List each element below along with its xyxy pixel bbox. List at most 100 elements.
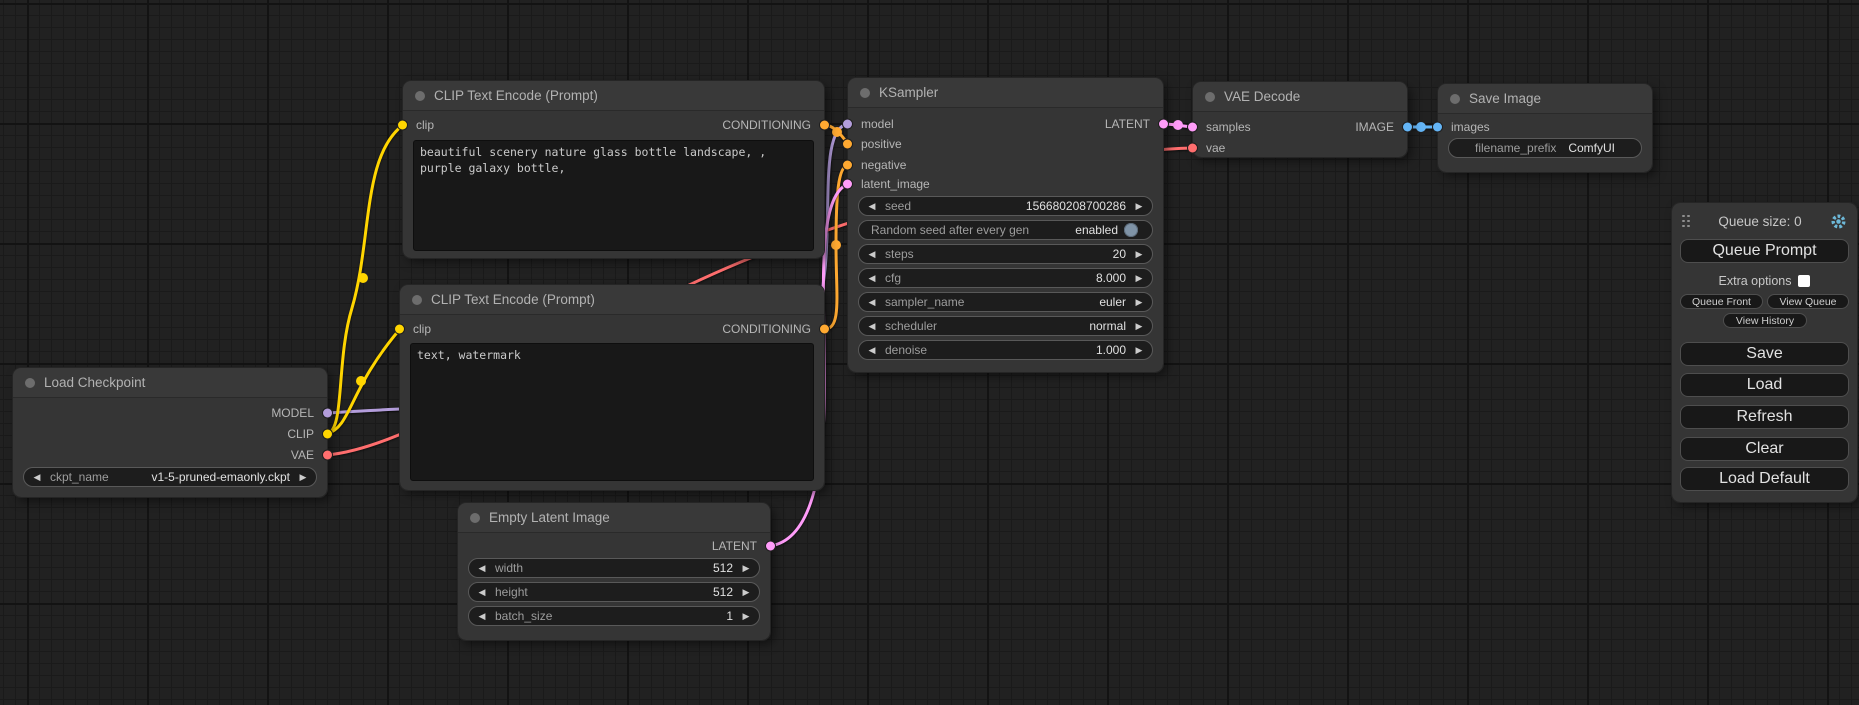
chevron-left-icon[interactable]: ◀ (469, 611, 495, 622)
images-input-port[interactable] (1433, 123, 1442, 132)
chevron-right-icon[interactable]: ▶ (1126, 273, 1152, 284)
chevron-left-icon[interactable]: ◀ (469, 563, 495, 574)
chevron-left-icon[interactable]: ◀ (859, 201, 885, 212)
chevron-left-icon[interactable]: ◀ (24, 472, 50, 483)
collapse-dot-icon[interactable] (1450, 94, 1460, 104)
widget-filename-prefix[interactable]: filename_prefix ComfyUI (1448, 138, 1642, 158)
extra-options-label: Extra options (1719, 274, 1792, 288)
chevron-right-icon[interactable]: ▶ (1126, 249, 1152, 260)
clip-output-port[interactable] (323, 430, 332, 439)
vae-input-port[interactable] (1188, 144, 1197, 153)
output-row-latent: LATENT (712, 536, 770, 556)
widget-steps[interactable]: ◀ steps 20 ▶ (858, 244, 1153, 264)
node-save-image[interactable]: Save Image images filename_prefix ComfyU… (1438, 84, 1652, 172)
conditioning-output-port[interactable] (820, 121, 829, 130)
positive-input-port[interactable] (843, 140, 852, 149)
chevron-right-icon[interactable]: ▶ (1126, 297, 1152, 308)
refresh-button[interactable]: Refresh (1680, 405, 1849, 429)
chevron-right-icon[interactable]: ▶ (1126, 345, 1152, 356)
image-output-port[interactable] (1403, 123, 1412, 132)
vae-output-port[interactable] (323, 451, 332, 460)
model-output-port[interactable] (323, 409, 332, 418)
chevron-right-icon[interactable]: ▶ (733, 611, 759, 622)
node-clip-text-encode-negative[interactable]: CLIP Text Encode (Prompt) clip CONDITION… (400, 285, 824, 490)
collapse-dot-icon[interactable] (412, 295, 422, 305)
chevron-right-icon[interactable]: ▶ (733, 563, 759, 574)
chevron-left-icon[interactable]: ◀ (859, 273, 885, 284)
negative-prompt-textarea[interactable]: text, watermark (410, 343, 814, 481)
output-label: IMAGE (1355, 120, 1394, 134)
latent-output-port[interactable] (766, 542, 775, 551)
input-label: images (1451, 120, 1490, 134)
widget-value: v1-5-pruned-emaonly.ckpt (109, 470, 290, 484)
chevron-left-icon[interactable]: ◀ (859, 249, 885, 260)
negative-input-port[interactable] (843, 161, 852, 170)
collapse-dot-icon[interactable] (1205, 92, 1215, 102)
input-row-positive: positive (848, 134, 902, 154)
extra-options-checkbox[interactable] (1798, 275, 1810, 287)
input-row-clip: clip (400, 319, 431, 339)
settings-gear-icon[interactable] (1830, 213, 1847, 230)
chevron-right-icon[interactable]: ▶ (290, 472, 316, 483)
view-queue-button[interactable]: View Queue (1767, 294, 1849, 309)
drag-handle-icon[interactable] (1682, 215, 1690, 228)
latent-output-port[interactable] (1159, 120, 1168, 129)
output-label: MODEL (271, 406, 314, 420)
chevron-right-icon[interactable]: ▶ (1126, 201, 1152, 212)
samples-input-port[interactable] (1188, 123, 1197, 132)
latent-image-input-port[interactable] (843, 180, 852, 189)
toggle-knob-icon[interactable] (1124, 223, 1138, 237)
collapse-dot-icon[interactable] (470, 513, 480, 523)
chevron-right-icon[interactable]: ▶ (733, 587, 759, 598)
widget-label: ckpt_name (50, 470, 109, 484)
load-default-button[interactable]: Load Default (1680, 467, 1849, 491)
widget-height[interactable]: ◀ height 512 ▶ (468, 582, 760, 602)
node-graph-canvas[interactable]: Load Checkpoint MODEL CLIP VAE ◀ ckpt_na… (0, 0, 1859, 705)
chevron-left-icon[interactable]: ◀ (859, 321, 885, 332)
save-button[interactable]: Save (1680, 342, 1849, 366)
model-input-port[interactable] (843, 120, 852, 129)
input-label: clip (413, 322, 431, 336)
node-empty-latent-image[interactable]: Empty Latent Image LATENT ◀ width 512 ▶ … (458, 503, 770, 640)
collapse-dot-icon[interactable] (415, 91, 425, 101)
queue-front-button[interactable]: Queue Front (1680, 294, 1763, 309)
widget-random-seed-toggle[interactable]: Random seed after every gen enabled (858, 220, 1153, 240)
widget-scheduler[interactable]: ◀ scheduler normal ▶ (858, 316, 1153, 336)
queue-prompt-button[interactable]: Queue Prompt (1680, 239, 1849, 263)
load-button[interactable]: Load (1680, 373, 1849, 397)
positive-prompt-textarea[interactable]: beautiful scenery nature glass bottle la… (413, 140, 814, 251)
widget-seed[interactable]: ◀ seed 156680208700286 ▶ (858, 196, 1153, 216)
clip-input-port[interactable] (398, 121, 407, 130)
node-empty-latent-titlebar[interactable]: Empty Latent Image (458, 503, 770, 533)
node-clip-positive-titlebar[interactable]: CLIP Text Encode (Prompt) (403, 81, 824, 111)
chevron-right-icon[interactable]: ▶ (1126, 321, 1152, 332)
node-vae-decode-titlebar[interactable]: VAE Decode (1193, 82, 1407, 112)
widget-cfg[interactable]: ◀ cfg 8.000 ▶ (858, 268, 1153, 288)
node-ksampler[interactable]: KSampler model positive negative latent_… (848, 78, 1163, 372)
chevron-left-icon[interactable]: ◀ (859, 297, 885, 308)
widget-batch-size[interactable]: ◀ batch_size 1 ▶ (468, 606, 760, 626)
widget-width[interactable]: ◀ width 512 ▶ (468, 558, 760, 578)
clear-button[interactable]: Clear (1680, 437, 1849, 461)
output-row-image: IMAGE (1355, 117, 1407, 137)
widget-denoise[interactable]: ◀ denoise 1.000 ▶ (858, 340, 1153, 360)
widget-ckpt-name[interactable]: ◀ ckpt_name v1-5-pruned-emaonly.ckpt ▶ (23, 467, 317, 487)
node-clip-negative-titlebar[interactable]: CLIP Text Encode (Prompt) (400, 285, 824, 315)
collapse-dot-icon[interactable] (25, 378, 35, 388)
node-load-checkpoint-titlebar[interactable]: Load Checkpoint (13, 368, 327, 398)
node-load-checkpoint[interactable]: Load Checkpoint MODEL CLIP VAE ◀ ckpt_na… (13, 368, 327, 497)
link-midpoint-dot (831, 240, 841, 250)
menu-header: Queue size: 0 (1672, 211, 1857, 231)
node-ksampler-titlebar[interactable]: KSampler (848, 78, 1163, 108)
collapse-dot-icon[interactable] (860, 88, 870, 98)
widget-value: ComfyUI (1568, 141, 1615, 155)
view-history-button[interactable]: View History (1723, 313, 1807, 328)
clip-input-port[interactable] (395, 325, 404, 334)
widget-sampler-name[interactable]: ◀ sampler_name euler ▶ (858, 292, 1153, 312)
conditioning-output-port[interactable] (820, 325, 829, 334)
chevron-left-icon[interactable]: ◀ (859, 345, 885, 356)
node-clip-text-encode-positive[interactable]: CLIP Text Encode (Prompt) clip CONDITION… (403, 81, 824, 258)
node-vae-decode[interactable]: VAE Decode samples vae IMAGE (1193, 82, 1407, 157)
chevron-left-icon[interactable]: ◀ (469, 587, 495, 598)
node-save-image-titlebar[interactable]: Save Image (1438, 84, 1652, 114)
